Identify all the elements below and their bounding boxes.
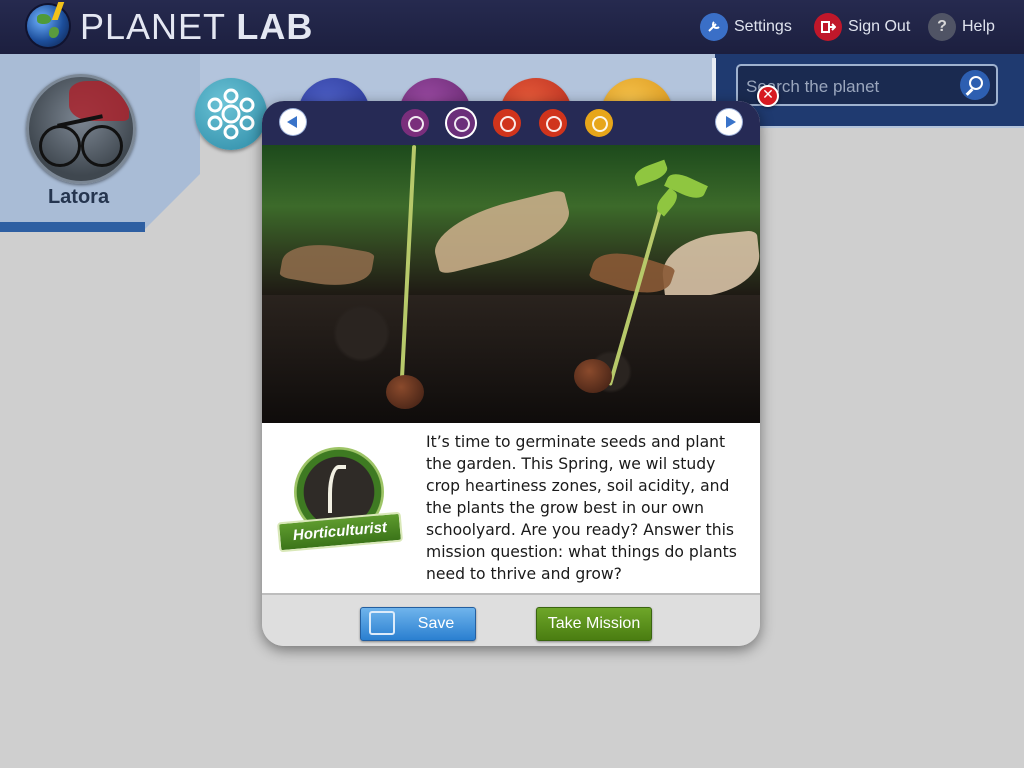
modal-footer: Save Take Mission (262, 593, 760, 646)
mission-dots (401, 107, 613, 139)
horticulturist-badge: Horticulturist (276, 447, 404, 557)
badge-label: Horticulturist (276, 511, 404, 553)
mission-body: Horticulturist It’s time to germinate se… (262, 423, 760, 593)
take-mission-button[interactable]: Take Mission (536, 607, 652, 641)
save-icon (369, 611, 395, 635)
settings-label: Settings (734, 18, 792, 35)
app-title-bold: LAB (236, 6, 314, 47)
seedling-photo (262, 145, 760, 423)
flower-icon[interactable] (493, 109, 521, 137)
top-header: PLANET LAB Settings Sign Out ? Help (0, 0, 1024, 54)
help-label: Help (962, 18, 995, 35)
user-panel-edge (0, 222, 145, 232)
app-title-light: PLANET (80, 6, 237, 47)
take-mission-label: Take Mission (547, 615, 641, 632)
modal-header (262, 101, 760, 145)
previous-arrow-icon[interactable] (280, 109, 306, 135)
mission-description: It’s time to germinate seeds and plant t… (426, 433, 737, 583)
mission-category-community[interactable] (195, 78, 267, 150)
flower-icon[interactable] (539, 109, 567, 137)
community-icon[interactable] (401, 109, 429, 137)
search-icon[interactable] (960, 70, 990, 100)
sign-out-link[interactable]: Sign Out (814, 12, 910, 42)
sprout-icon (328, 465, 346, 513)
save-button[interactable]: Save (360, 607, 476, 641)
close-icon[interactable]: ✕ (757, 85, 779, 107)
sign-out-label: Sign Out (848, 18, 911, 35)
honeycomb-icon[interactable] (585, 109, 613, 137)
next-arrow-icon[interactable] (716, 109, 742, 135)
planet-logo-icon (27, 2, 69, 47)
user-name: Latora (47, 186, 110, 208)
sign-out-icon (814, 13, 842, 41)
help-icon: ? (928, 13, 956, 41)
community-icon[interactable] (447, 109, 475, 137)
wrench-icon (700, 13, 728, 41)
settings-link[interactable]: Settings (700, 12, 792, 42)
help-link[interactable]: ? Help (928, 12, 995, 42)
save-button-label: Save (417, 615, 455, 632)
app-title: PLANET LAB (80, 6, 313, 48)
user-avatar[interactable] (26, 74, 136, 184)
network-icon (207, 88, 255, 140)
mission-modal: Horticulturist It’s time to germinate se… (262, 101, 760, 646)
